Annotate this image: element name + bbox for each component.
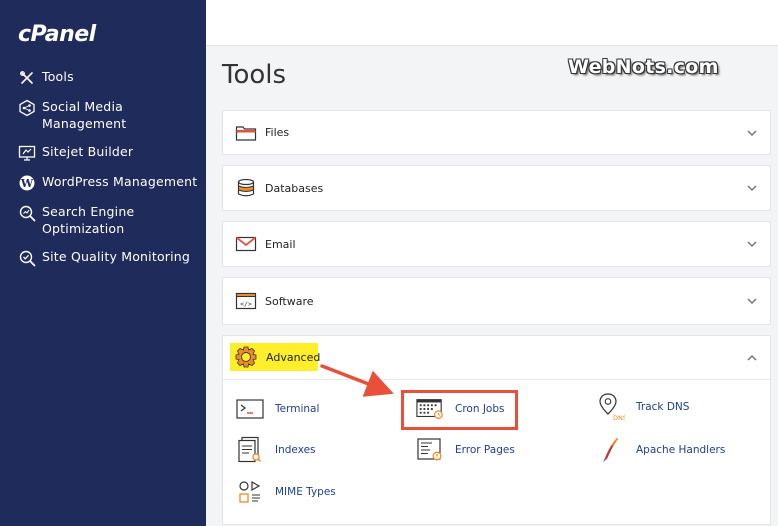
tool-terminal[interactable]: Terminal xyxy=(236,395,319,423)
cpanel-logo[interactable]: cPanel xyxy=(18,22,96,47)
gear-icon xyxy=(235,346,257,368)
tool-error-pages[interactable]: Error Pages xyxy=(416,436,515,464)
sidebar-item-seo[interactable]: Search Engine Optimization xyxy=(0,203,206,237)
social-media-icon xyxy=(18,99,36,117)
sidebar-item-social-media[interactable]: Social Media Management xyxy=(0,98,206,132)
dns-icon-text: DNS xyxy=(613,414,625,422)
tool-label: Error Pages xyxy=(455,444,515,456)
site-quality-icon xyxy=(18,249,36,267)
section-title: Advanced xyxy=(266,351,321,364)
tools-icon xyxy=(18,69,36,87)
page-title: Tools xyxy=(222,60,287,90)
sitejet-icon xyxy=(18,144,36,162)
watermark: WebNots.com xyxy=(568,56,719,78)
chevron-down-icon xyxy=(747,241,757,248)
mime-types-icon xyxy=(236,478,264,506)
wordpress-icon: W xyxy=(18,174,36,192)
sidebar-item-tools[interactable]: Tools xyxy=(0,68,206,87)
sidebar-item-label: WordPress Management xyxy=(42,174,198,189)
section-title: Databases xyxy=(265,181,324,195)
database-icon xyxy=(235,178,257,198)
chevron-down-icon xyxy=(747,298,757,305)
tool-apache-handlers[interactable]: Apache Handlers xyxy=(597,436,725,464)
sidebar-item-wordpress[interactable]: W WordPress Management xyxy=(0,173,206,192)
sidebar-item-label: Site Quality Monitoring xyxy=(42,249,191,264)
error-pages-icon xyxy=(416,436,444,464)
software-icon: </> xyxy=(235,291,257,311)
section-software[interactable]: </> Software xyxy=(222,277,771,325)
section-advanced-header[interactable]: Advanced xyxy=(223,336,770,380)
section-email[interactable]: Email xyxy=(222,221,771,267)
sidebar-item-label: Social Media Management xyxy=(42,99,127,131)
section-files[interactable]: Files xyxy=(222,110,771,155)
apache-handlers-icon xyxy=(597,436,625,464)
svg-text:</>: </> xyxy=(240,300,252,308)
chevron-down-icon xyxy=(747,185,757,192)
tool-label: Apache Handlers xyxy=(636,444,726,456)
top-bar xyxy=(206,0,778,46)
seo-icon xyxy=(18,204,36,222)
sidebar-nav: Tools Social Media Management Sitejet Bu… xyxy=(0,68,206,278)
sidebar-item-label: Search Engine Optimization xyxy=(42,204,135,236)
sidebar-item-site-quality[interactable]: Site Quality Monitoring xyxy=(0,248,206,267)
terminal-icon xyxy=(236,395,264,423)
section-databases[interactable]: Databases xyxy=(222,165,771,211)
tool-label: Indexes xyxy=(275,444,316,456)
svg-text:W: W xyxy=(20,177,34,190)
tool-label: MIME Types xyxy=(275,486,336,498)
email-icon xyxy=(235,234,257,254)
section-title: Email xyxy=(265,237,296,251)
sidebar-item-sitejet[interactable]: Sitejet Builder xyxy=(0,143,206,162)
sidebar-item-label: Sitejet Builder xyxy=(42,144,134,159)
chevron-up-icon xyxy=(747,354,757,361)
indexes-icon xyxy=(236,436,264,464)
tool-label: Terminal xyxy=(275,403,320,415)
tool-label: Track DNS xyxy=(636,401,690,413)
chevron-down-icon xyxy=(747,129,757,136)
tool-mime-types[interactable]: MIME Types xyxy=(236,478,336,506)
track-dns-icon: DNS xyxy=(597,393,625,422)
section-title: Software xyxy=(265,294,314,308)
folder-icon xyxy=(235,123,257,143)
cron-jobs-highlight-box xyxy=(401,390,518,430)
sidebar: cPanel Tools Social Media Management Sit… xyxy=(0,0,206,526)
sidebar-item-label: Tools xyxy=(42,69,74,84)
tool-indexes[interactable]: Indexes xyxy=(236,436,316,464)
tool-track-dns[interactable]: DNS Track DNS xyxy=(597,393,690,422)
section-title: Files xyxy=(265,126,290,139)
